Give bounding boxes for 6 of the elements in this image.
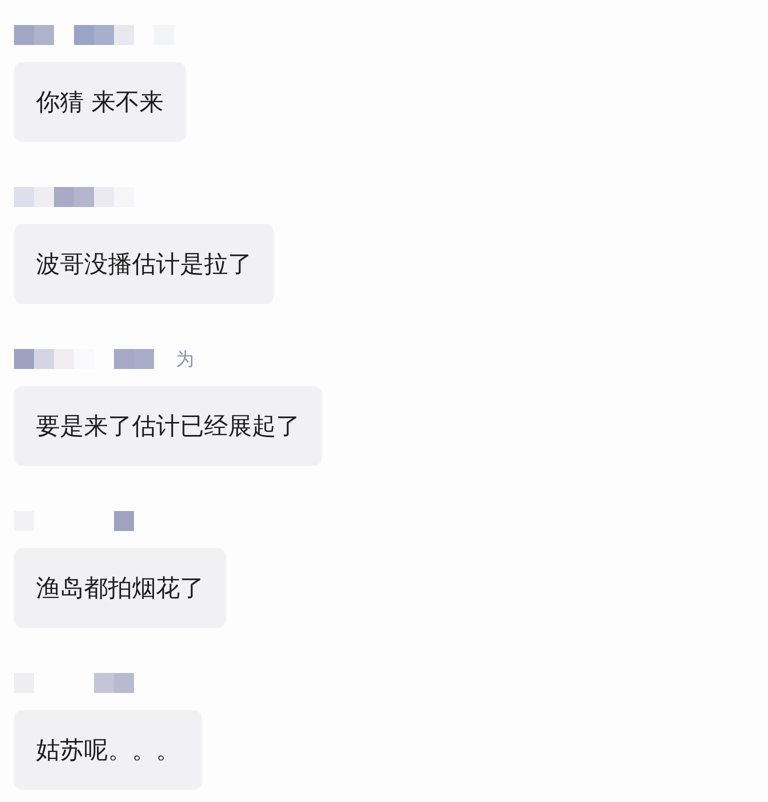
sender-name: 为 [176,348,194,371]
message-bubble: 姑苏呢。。。 [14,710,202,790]
message-bubble: 波哥没播估计是拉了 [14,224,274,304]
message-bubble: 渔岛都拍烟花了 [14,548,226,628]
message-bubble: 你猜 来不来 [14,62,186,142]
message-bubble: 要是来了估计已经展起了 [14,386,322,466]
